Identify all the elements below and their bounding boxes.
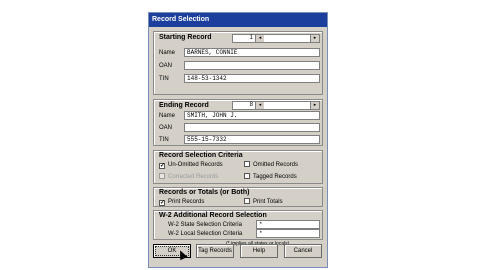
- w2-local-field[interactable]: *: [256, 229, 320, 238]
- spin-right-icon[interactable]: ▸: [310, 35, 319, 42]
- spin-left-icon[interactable]: ◂: [255, 102, 264, 109]
- criteria-group: Record Selection Criteria ✓ Un-Omitted Re…: [153, 150, 323, 184]
- tagged-label: Tagged Records: [253, 174, 297, 180]
- w2-local-label: W-2 Local Selection Criteria: [168, 231, 243, 237]
- spin-left-icon[interactable]: ◂: [255, 35, 264, 42]
- starting-record-number: 1: [249, 35, 253, 41]
- checkbox-box: [244, 173, 250, 179]
- ending-tin-field[interactable]: 555-15-7332: [184, 135, 320, 144]
- totals-group: Records or Totals (or Both) ✓ Print Recor…: [153, 187, 323, 207]
- ending-record-group: Ending Record 8 ◂ ▸ Name SMITH, JOHN J. …: [153, 99, 323, 146]
- starting-record-title: Starting Record: [159, 34, 212, 42]
- corrected-checkbox: Corrected Records: [159, 173, 218, 181]
- ending-tin-label: TIN: [159, 137, 169, 143]
- starting-oan-field[interactable]: [184, 61, 320, 70]
- w2-title: W-2 Additional Record Selection: [159, 212, 267, 220]
- tag-records-button[interactable]: Tag Records: [196, 244, 234, 258]
- record-selection-dialog: Record Selection Starting Record 1 ◂ ▸ N…: [148, 12, 328, 268]
- starting-name-label: Name: [159, 50, 176, 56]
- starting-record-group: Starting Record 1 ◂ ▸ Name BARNES, CONNI…: [153, 31, 323, 95]
- checkbox-box: [244, 198, 250, 204]
- criteria-title: Record Selection Criteria: [159, 152, 243, 160]
- cancel-button[interactable]: Cancel: [284, 244, 322, 258]
- check-icon: ✓: [159, 200, 166, 206]
- corrected-label: Corrected Records: [168, 174, 219, 180]
- print-records-checkbox[interactable]: ✓ Print Records: [159, 198, 204, 206]
- omitted-checkbox[interactable]: Omitted Records: [244, 161, 298, 169]
- ending-record-title: Ending Record: [159, 102, 209, 110]
- ending-record-spinner[interactable]: 8 ◂ ▸: [232, 101, 320, 110]
- print-totals-checkbox[interactable]: Print Totals: [244, 198, 283, 206]
- checkbox-box: [244, 161, 250, 167]
- starting-tin-field[interactable]: 148-53-1342: [184, 74, 320, 83]
- ending-record-number: 8: [249, 102, 253, 108]
- print-totals-label: Print Totals: [253, 199, 283, 205]
- w2-state-field[interactable]: *: [256, 220, 320, 229]
- unomitted-label: Un-Omitted Records: [168, 162, 223, 168]
- check-icon: ✓: [159, 163, 166, 169]
- starting-tin-label: TIN: [159, 76, 169, 82]
- ending-name-field[interactable]: SMITH, JOHN J.: [184, 111, 320, 120]
- print-records-label: Print Records: [168, 199, 205, 205]
- starting-record-spinner[interactable]: 1 ◂ ▸: [232, 34, 320, 43]
- w2-state-label: W-2 State Selection Criteria: [168, 222, 242, 228]
- unomitted-checkbox[interactable]: ✓ Un-Omitted Records: [159, 161, 223, 169]
- ending-name-label: Name: [159, 113, 176, 119]
- ending-oan-field[interactable]: [184, 123, 320, 132]
- help-button[interactable]: Help: [240, 244, 278, 258]
- w2-group: W-2 Additional Record Selection W-2 Stat…: [153, 210, 323, 240]
- dialog-title: Record Selection: [149, 13, 327, 27]
- ending-oan-label: OAN: [159, 125, 173, 131]
- starting-oan-label: OAN: [159, 63, 173, 69]
- starting-name-field[interactable]: BARNES, CONNIE: [184, 48, 320, 57]
- checkbox-box: [159, 173, 165, 179]
- tagged-checkbox[interactable]: Tagged Records: [244, 173, 297, 181]
- spin-right-icon[interactable]: ▸: [310, 102, 319, 109]
- omitted-label: Omitted Records: [253, 162, 299, 168]
- totals-title: Records or Totals (or Both): [159, 189, 250, 197]
